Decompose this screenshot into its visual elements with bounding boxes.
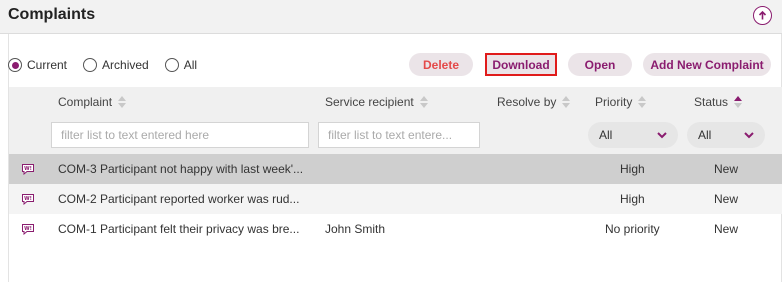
complaint-icon: W! — [22, 194, 34, 205]
radio-current[interactable]: Current — [8, 58, 67, 72]
sort-icon — [419, 96, 428, 108]
column-label: Priority — [595, 95, 633, 109]
complaint-filter-input[interactable] — [51, 122, 309, 148]
select-value: All — [698, 128, 712, 142]
cell-status: New — [714, 162, 739, 176]
column-header-resolve-by[interactable]: Resolve by — [497, 95, 571, 109]
download-button[interactable]: Download — [485, 53, 557, 76]
svg-text:W!: W! — [24, 226, 32, 232]
page-title: Complaints — [8, 6, 96, 23]
column-header-priority[interactable]: Priority — [595, 95, 647, 109]
column-label: Complaint — [58, 95, 113, 109]
status-filter-select[interactable]: All — [687, 122, 765, 148]
radio-all[interactable]: All — [164, 58, 198, 72]
radio-circle — [83, 58, 98, 72]
cell-complaint: COM-2 Participant reported worker was ru… — [58, 192, 300, 206]
radio-archived[interactable]: Archived — [83, 58, 149, 72]
sort-icon — [118, 96, 127, 108]
svg-text:W!: W! — [24, 196, 32, 202]
radio-circle — [8, 58, 22, 72]
cell-complaint: COM-3 Participant not happy with last we… — [58, 162, 304, 176]
arrow-up-icon — [758, 10, 767, 20]
svg-text:W!: W! — [24, 166, 32, 172]
cell-status: New — [714, 222, 739, 236]
radio-label: All — [183, 58, 198, 72]
column-header-complaint[interactable]: Complaint — [58, 95, 127, 109]
column-label: Resolve by — [497, 95, 557, 109]
column-header-status[interactable]: Status — [694, 95, 743, 109]
page-header: Complaints — [0, 0, 782, 34]
service-recipient-filter-input[interactable] — [318, 122, 480, 148]
radio-dot — [11, 61, 19, 69]
status-filter-radios: Current Archived All — [8, 56, 213, 74]
cell-priority: No priority — [605, 222, 660, 236]
add-new-complaint-button[interactable]: Add New Complaint — [643, 53, 771, 76]
radio-label: Current — [27, 58, 68, 72]
table-row[interactable]: W! COM-1 Participant felt their privacy … — [9, 214, 782, 244]
radio-circle — [164, 58, 179, 72]
priority-filter-select[interactable]: All — [588, 122, 678, 148]
chevron-down-icon — [657, 132, 667, 139]
table-row[interactable]: W! COM-2 Participant reported worker was… — [9, 184, 782, 214]
cell-priority: High — [620, 162, 645, 176]
column-label: Status — [694, 95, 729, 109]
column-header-service-recipient[interactable]: Service recipient — [325, 95, 428, 109]
column-label: Service recipient — [325, 95, 414, 109]
cell-service-recipient: John Smith — [325, 222, 386, 236]
cell-priority: High — [620, 192, 645, 206]
select-value: All — [599, 128, 613, 142]
sort-icon — [562, 96, 571, 108]
complaint-icon: W! — [22, 224, 34, 235]
complaint-icon: W! — [22, 164, 34, 175]
table-row[interactable]: W! COM-3 Participant not happy with last… — [9, 154, 782, 184]
chevron-down-icon — [744, 132, 754, 139]
cell-status: New — [714, 192, 739, 206]
sort-ascending-icon — [734, 96, 743, 108]
cell-complaint: COM-1 Participant felt their privacy was… — [58, 222, 300, 236]
upload-help-button[interactable] — [753, 6, 772, 25]
delete-button[interactable]: Delete — [409, 53, 473, 76]
sort-icon — [638, 96, 647, 108]
radio-label: Archived — [102, 58, 149, 72]
open-button[interactable]: Open — [568, 53, 632, 76]
